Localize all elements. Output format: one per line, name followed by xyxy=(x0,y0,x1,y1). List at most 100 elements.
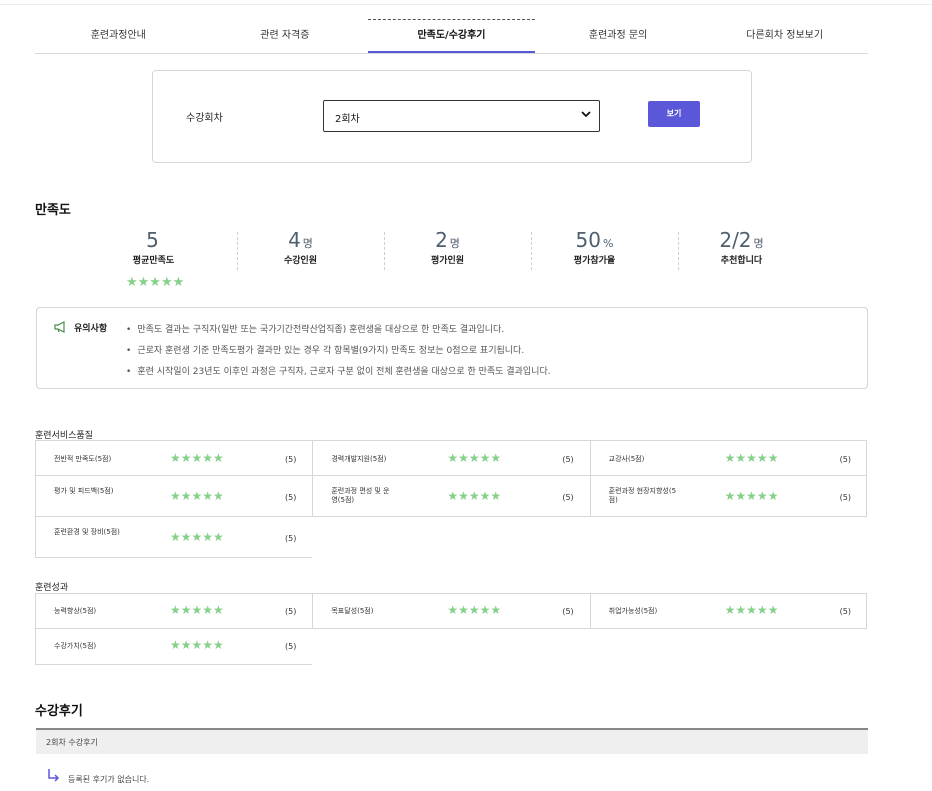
stat-enrolled-value: 4 xyxy=(288,228,301,252)
tab-bar: 훈련과정안내 관련 자격증 만족도/수강후기 훈련과정 문의 다른회차 정보보기 xyxy=(35,19,868,54)
notice-list: 만족도 결과는 구직자(일반 또는 국가기간전략산업직종) 훈련생을 대상으로 … xyxy=(126,320,551,383)
stat-enrolled: 4명 수강인원 xyxy=(227,228,374,276)
grid-row: 수강가치(5점) ★★★★★ (5) xyxy=(35,629,867,665)
rating-cell: 교강사(5점) ★★★★★ (5) xyxy=(589,441,867,476)
tab-satisfaction-reviews[interactable]: 만족도/수강후기 xyxy=(368,19,535,53)
round-selector-panel: 수강회차 2회차 보기 xyxy=(152,70,752,163)
rating-stars: ★★★★★ xyxy=(170,603,224,617)
rating-score: (5) xyxy=(285,607,297,616)
rating-cell: 훈련과정 편성 및 운영(5점) ★★★★★ (5) xyxy=(312,476,590,517)
stat-recommend-value: 2/2 xyxy=(719,228,752,252)
rating-label: 교강사(5점) xyxy=(608,455,645,463)
rating-score: (5) xyxy=(562,607,574,616)
grid-row: 능력향상(5점) ★★★★★ (5) 목표달성(5점) ★★★★★ (5) 취업… xyxy=(35,594,867,629)
stat-recommend: 2/2 명 추천합니다 xyxy=(668,228,815,276)
stat-participation: 50% 평가참가율 xyxy=(521,228,668,276)
rating-stars: ★★★★★ xyxy=(170,638,224,652)
tab-certificates[interactable]: 관련 자격증 xyxy=(202,19,369,53)
view-button[interactable]: 보기 xyxy=(648,101,700,127)
rating-stars: ★★★★★ xyxy=(724,489,779,503)
chevron-down-icon xyxy=(581,111,591,118)
stat-average-label: 평균만족도 xyxy=(132,256,175,266)
empty-cell xyxy=(590,629,867,665)
rating-score: (5) xyxy=(839,607,851,616)
rating-cell: 훈련환경 및 장비(5점) ★★★★★ (5) xyxy=(35,517,313,558)
rating-stars: ★★★★★ xyxy=(170,530,224,544)
rating-score: (5) xyxy=(839,455,851,464)
rating-label: 목표달성(5점) xyxy=(331,607,374,615)
stat-enrolled-label: 수강인원 xyxy=(283,256,318,266)
rating-label: 훈련과정 현장지향성(5점) xyxy=(608,487,677,504)
rating-score: (5) xyxy=(285,534,297,543)
notice-item: 근로자 훈련생 기준 만족도평가 결과만 있는 경우 각 항목별(9가지) 만족… xyxy=(126,341,551,362)
reviews-header-label: 2회차 수강후기 xyxy=(46,738,98,747)
rating-cell: 목표달성(5점) ★★★★★ (5) xyxy=(312,594,590,629)
rating-stars: ★★★★★ xyxy=(447,489,502,503)
rating-stars: ★★★★★ xyxy=(170,451,224,465)
grid-row: 훈련환경 및 장비(5점) ★★★★★ (5) xyxy=(35,517,867,558)
notice-box: 유의사항 만족도 결과는 구직자(일반 또는 국가기간전략산업직종) 훈련생을 … xyxy=(36,307,868,389)
rating-cell: 경력개발지원(5점) ★★★★★ (5) xyxy=(312,441,590,476)
rating-cell: 능력향상(5점) ★★★★★ (5) xyxy=(35,594,313,629)
stat-recommend-unit: 명 xyxy=(753,237,764,250)
rating-stars: ★★★★★ xyxy=(724,451,779,465)
reviews-title: 수강후기 xyxy=(35,704,83,719)
rating-label: 훈련과정 편성 및 운영(5점) xyxy=(331,487,390,504)
round-select[interactable]: 2회차 xyxy=(323,100,600,132)
round-label: 수강회차 xyxy=(186,113,223,124)
reviews-header: 2회차 수강후기 xyxy=(36,728,868,754)
outcomes-grid: 능력향상(5점) ★★★★★ (5) 목표달성(5점) ★★★★★ (5) 취업… xyxy=(35,593,867,665)
empty-cell xyxy=(312,629,589,665)
rating-stars: ★★★★★ xyxy=(170,489,224,503)
grid-row: 평가 및 피드백(5점) ★★★★★ (5) 훈련과정 편성 및 운영(5점) … xyxy=(35,476,867,517)
empty-cell xyxy=(312,517,589,558)
rating-score: (5) xyxy=(285,493,297,502)
stat-evaluators-unit: 명 xyxy=(449,237,460,250)
stat-participation-unit: % xyxy=(603,237,614,250)
notice-item: 만족도 결과는 구직자(일반 또는 국가기간전략산업직종) 훈련생을 대상으로 … xyxy=(126,320,551,341)
rating-cell: 평가 및 피드백(5점) ★★★★★ (5) xyxy=(35,476,313,517)
rating-score: (5) xyxy=(839,493,851,502)
tab-course-info[interactable]: 훈련과정안내 xyxy=(35,19,202,53)
rating-cell: 전반적 만족도(5점) ★★★★★ (5) xyxy=(35,441,313,476)
tab-other-rounds[interactable]: 다른회차 정보보기 xyxy=(701,19,868,53)
rating-label: 전반적 만족도(5점) xyxy=(54,455,112,463)
stat-participation-value: 50 xyxy=(575,228,601,252)
rating-score: (5) xyxy=(285,455,297,464)
rating-cell: 수강가치(5점) ★★★★★ (5) xyxy=(35,629,313,665)
stat-evaluators: 2명 평가인원 xyxy=(374,228,521,276)
rating-score: (5) xyxy=(562,455,574,464)
average-star-rating: ★★★★★ xyxy=(126,275,185,290)
reviews-empty-message: 등록된 후기가 없습니다. xyxy=(68,775,150,784)
service-quality-grid: 전반적 만족도(5점) ★★★★★ (5) 경력개발지원(5점) ★★★★★ (… xyxy=(35,440,867,558)
rating-label: 평가 및 피드백(5점) xyxy=(54,487,114,495)
rating-stars: ★★★★★ xyxy=(724,603,779,617)
stat-average: 5 평균만족도 xyxy=(80,228,227,276)
grid-row: 전반적 만족도(5점) ★★★★★ (5) 경력개발지원(5점) ★★★★★ (… xyxy=(35,441,867,476)
notice-title: 유의사항 xyxy=(74,324,108,334)
rating-cell: 훈련과정 현장지향성(5점) ★★★★★ (5) xyxy=(589,476,867,517)
reply-arrow-icon xyxy=(48,769,60,782)
round-select-value: 2회차 xyxy=(335,114,360,125)
rating-cell: 취업가능성(5점) ★★★★★ (5) xyxy=(589,594,867,629)
megaphone-icon xyxy=(54,321,65,333)
rating-label: 경력개발지원(5점) xyxy=(331,455,387,463)
stat-recommend-label: 추천합니다 xyxy=(720,256,763,266)
satisfaction-stats: 5 평균만족도 4명 수강인원 2명 평가인원 50% 평가참가율 2/2 명 추… xyxy=(80,228,836,276)
empty-cell xyxy=(590,517,867,558)
rating-label: 능력향상(5점) xyxy=(54,607,97,615)
rating-label: 수강가치(5점) xyxy=(54,642,97,650)
stat-enrolled-unit: 명 xyxy=(302,237,313,250)
rating-label: 훈련환경 및 장비(5점) xyxy=(54,528,120,536)
stat-evaluators-value: 2 xyxy=(435,228,448,252)
satisfaction-title: 만족도 xyxy=(35,203,71,218)
rating-stars: ★★★★★ xyxy=(447,451,502,465)
tab-course-inquiry[interactable]: 훈련과정 문의 xyxy=(535,19,702,53)
rating-stars: ★★★★★ xyxy=(447,603,502,617)
rating-score: (5) xyxy=(562,493,574,502)
stat-evaluators-label: 평가인원 xyxy=(430,256,465,266)
rating-score: (5) xyxy=(285,642,297,651)
outcomes-title: 훈련성과 xyxy=(35,583,69,593)
top-divider xyxy=(0,4,932,5)
stat-average-value: 5 xyxy=(146,228,159,252)
